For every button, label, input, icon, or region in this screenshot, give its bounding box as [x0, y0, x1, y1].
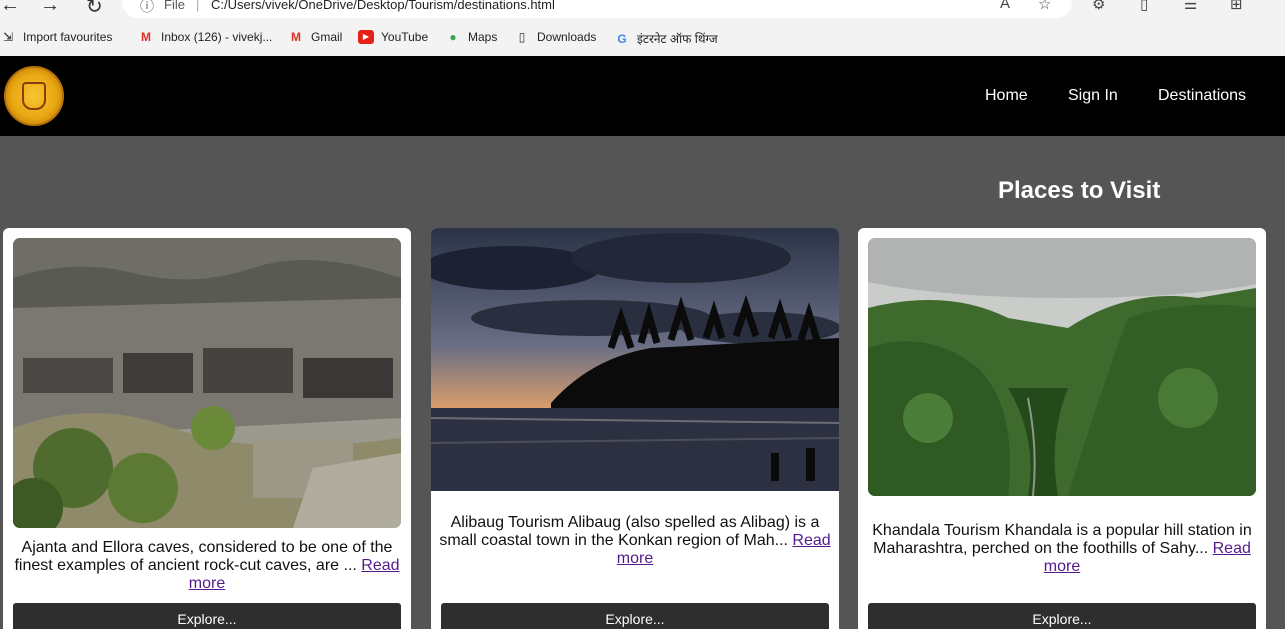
extensions-icon[interactable]: ⚙ — [1092, 0, 1105, 13]
ajanta-caves-image — [13, 238, 401, 528]
bookmark-label: इंटरनेट ऑफ थिंग्ज — [637, 32, 718, 46]
bookmark-inbox[interactable]: M Inbox (126) - vivekj... — [138, 30, 272, 44]
bookmark-label: Inbox (126) - vivekj... — [161, 30, 273, 44]
split-screen-icon[interactable]: ▯ — [1140, 0, 1148, 13]
favorites-icon[interactable]: ☰ — [1184, 0, 1197, 13]
nav-sign-in-link[interactable]: Sign In — [1068, 87, 1118, 105]
document-icon: ▯ — [518, 30, 526, 44]
card-description: Khandala Tourism Khandala is a popular h… — [866, 522, 1258, 576]
maps-pin-icon: ● — [449, 30, 457, 44]
bookmark-import-favourites[interactable]: ⇲ Import favourites — [0, 30, 112, 44]
favorite-star-icon[interactable]: ☆ — [1038, 0, 1051, 13]
browser-toolbar: ← → ↻ ⓘ File | C:/Users/vivek/OneDrive/D… — [0, 0, 1285, 20]
refresh-icon[interactable]: ↻ — [86, 0, 103, 19]
bookmark-label: Maps — [468, 30, 498, 44]
bookmark-gmail[interactable]: M Gmail — [288, 30, 342, 44]
bookmark-youtube[interactable]: ▶ YouTube — [358, 30, 428, 44]
alibaug-sunset-image — [431, 228, 839, 491]
description-text: Ajanta and Ellora caves, considered to b… — [14, 539, 393, 574]
description-text: Khandala Tourism Khandala is a popular h… — [872, 522, 1252, 557]
bookmark-google-iot[interactable]: G इंटरनेट ऑफ थिंग्ज — [614, 30, 718, 47]
url-text[interactable]: C:/Users/vivek/OneDrive/Desktop/Tourism/… — [211, 0, 555, 12]
explore-button[interactable]: Explore... — [13, 603, 401, 629]
khandala-hills-image — [868, 238, 1256, 496]
site-header: Home Sign In Destinations — [0, 56, 1285, 136]
url-separator: | — [196, 0, 200, 12]
info-icon[interactable]: ⓘ — [140, 0, 154, 16]
youtube-icon: ▶ — [358, 30, 374, 44]
bookmark-maps[interactable]: ● Maps — [445, 30, 497, 44]
bookmarks-bar: ⇲ Import favourites M Inbox (126) - vive… — [0, 20, 1285, 56]
nav-destinations-link[interactable]: Destinations — [1158, 87, 1246, 105]
read-aloud-icon[interactable]: A — [1000, 0, 1010, 12]
explore-button[interactable]: Explore... — [441, 603, 829, 629]
bookmark-label: Import favourites — [23, 30, 113, 44]
google-icon: G — [617, 31, 627, 46]
destination-card-alibaug: Alibaug Tourism Alibaug (also spelled as… — [431, 228, 839, 629]
forward-icon[interactable]: → — [40, 0, 60, 17]
gmail-icon: M — [141, 30, 151, 44]
destination-card-khandala: Khandala Tourism Khandala is a popular h… — [858, 228, 1266, 629]
bookmark-downloads[interactable]: ▯ Downloads — [514, 30, 597, 44]
destination-card-ajanta: Ajanta and Ellora caves, considered to b… — [3, 228, 411, 629]
nav-home-link[interactable]: Home — [985, 87, 1028, 105]
card-description: Alibaug Tourism Alibaug (also spelled as… — [439, 514, 831, 568]
import-icon: ⇲ — [2, 30, 14, 44]
url-scheme: File — [164, 0, 185, 12]
collections-icon[interactable]: ⊞ — [1230, 0, 1243, 13]
back-icon[interactable]: ← — [0, 0, 20, 17]
explore-button[interactable]: Explore... — [868, 603, 1256, 629]
bookmark-label: Downloads — [537, 30, 597, 44]
card-description: Ajanta and Ellora caves, considered to b… — [11, 539, 403, 593]
description-text: Alibaug Tourism Alibaug (also spelled as… — [439, 514, 820, 549]
seal-emblem — [22, 82, 46, 110]
page-title: Places to Visit — [998, 177, 1161, 204]
maharashtra-seal-logo[interactable] — [4, 66, 64, 126]
bookmark-label: Gmail — [311, 30, 343, 44]
gmail-icon: M — [291, 30, 301, 44]
bookmark-label: YouTube — [381, 30, 429, 44]
